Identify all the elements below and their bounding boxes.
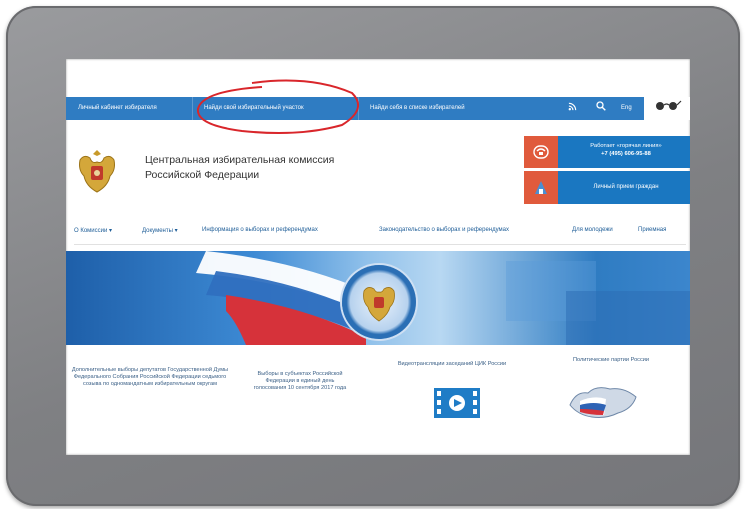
top-bar: Личный кабинет избирателя Найди свой изб…	[66, 97, 690, 120]
hotline-label: Работает «горячая линия»	[590, 143, 662, 149]
card-state-duma-elections[interactable]: Дополнительные выборы депутатов Государс…	[70, 367, 230, 389]
nav-item-elections-info[interactable]: Информация о выборах и референдумах	[202, 227, 318, 233]
card-video-broadcasts[interactable]: Видеотрансляции заседаний ЦИК России	[396, 361, 508, 368]
nav-item-about[interactable]: О Комиссии ▾	[74, 227, 112, 234]
phone-icon	[533, 145, 549, 159]
cec-seal-logo[interactable]	[342, 265, 416, 339]
nav-item-youth[interactable]: Для молодежи	[572, 227, 613, 233]
hotline-box[interactable]: Работает «горячая линия» +7 (495) 606-95…	[524, 136, 690, 168]
annotation-highlight-circle	[196, 79, 360, 134]
site-title-line1: Центральная избирательная комиссия	[145, 154, 335, 166]
person-icon	[535, 181, 547, 194]
nav-item-documents[interactable]: Документы ▾	[142, 227, 178, 234]
nav-item-legislation[interactable]: Законодательство о выборах и референдума…	[379, 227, 509, 233]
reception-icon-bg	[524, 171, 558, 204]
search-icon[interactable]	[596, 97, 606, 120]
hotline-icon-bg	[524, 136, 558, 168]
topbar-link-cabinet[interactable]: Личный кабинет избирателя	[78, 97, 157, 120]
topbar-link-find-in-list[interactable]: Найди себя в списке избирателей	[370, 97, 465, 120]
site-title-line2: Российской Федерации	[145, 169, 260, 181]
coat-of-arms-logo[interactable]	[74, 146, 120, 196]
video-play-icon[interactable]	[434, 388, 480, 418]
reception-label: Личный прием граждан	[593, 184, 659, 190]
hotline-phone: +7 (495) 606-95-88	[601, 151, 651, 157]
reception-box[interactable]: Личный прием граждан	[524, 171, 690, 204]
russia-map-icon[interactable]	[566, 379, 640, 423]
rss-icon[interactable]	[568, 97, 577, 120]
card-regional-elections[interactable]: Выборы в субъектах Российской Федерации …	[250, 371, 350, 393]
language-switch[interactable]: Eng	[621, 97, 632, 120]
accessibility-glasses-icon[interactable]	[644, 97, 690, 120]
main-nav: О Комиссии ▾ Документы ▾ Информация о вы…	[66, 223, 690, 241]
nav-item-reception[interactable]: Приемная	[638, 227, 666, 233]
card-political-parties[interactable]: Политические партии России	[546, 357, 676, 364]
nav-divider	[74, 244, 686, 245]
